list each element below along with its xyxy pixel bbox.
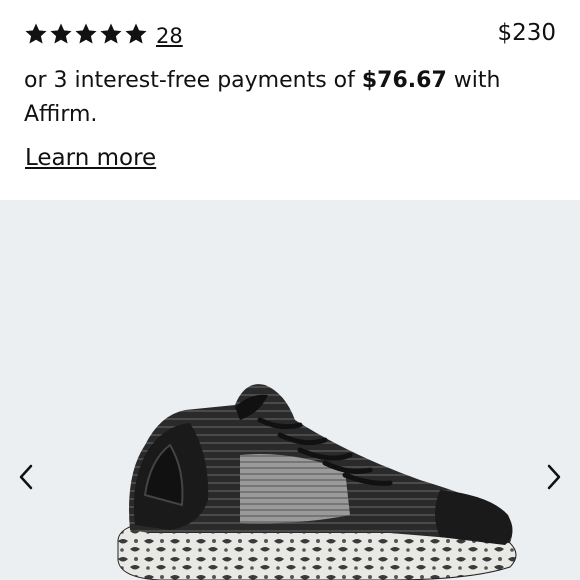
affirm-financing-text: or 3 interest-free payments of $76.67 wi… — [24, 64, 544, 132]
product-price: $230 — [497, 20, 556, 46]
star-rating — [24, 22, 148, 46]
rating-row[interactable]: 28 — [24, 16, 183, 52]
learn-more-link[interactable]: Learn more — [25, 145, 156, 171]
star-icon — [50, 23, 72, 44]
next-image-button[interactable] — [544, 462, 564, 492]
previous-image-button[interactable] — [16, 462, 36, 492]
star-icon — [25, 23, 47, 44]
star-icon — [75, 23, 97, 44]
review-count-link[interactable]: 28 — [156, 24, 183, 48]
product-image-gallery[interactable] — [0, 200, 580, 580]
product-summary: 28 $230 or 3 interest-free payments of $… — [0, 0, 580, 200]
affirm-prefix: or 3 interest-free payments of — [24, 68, 362, 93]
product-image — [117, 384, 517, 580]
star-icon — [125, 23, 147, 44]
affirm-installment-amount: $76.67 — [361, 68, 447, 93]
chevron-left-icon — [19, 464, 33, 490]
star-icon — [100, 23, 122, 44]
chevron-right-icon — [547, 464, 561, 490]
